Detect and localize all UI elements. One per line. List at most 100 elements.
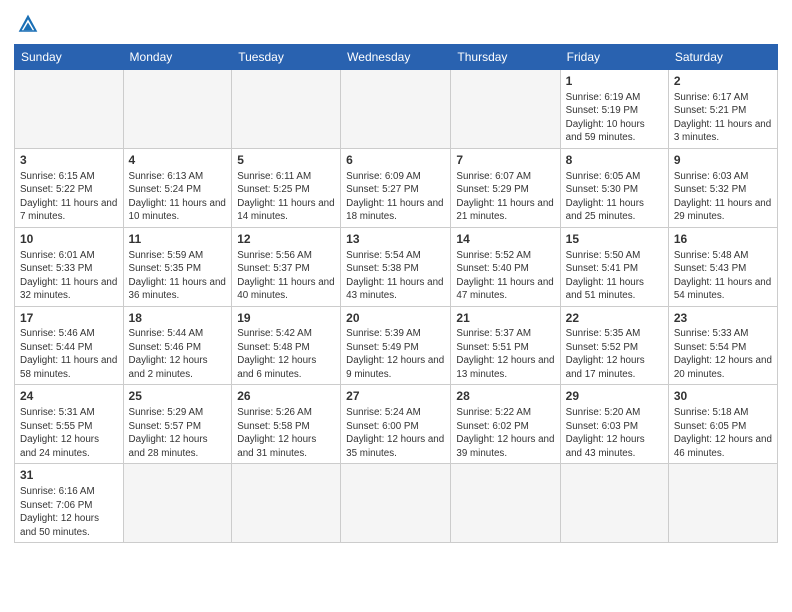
day-number: 20	[346, 310, 445, 327]
calendar: SundayMondayTuesdayWednesdayThursdayFrid…	[14, 44, 778, 543]
day-info: Sunrise: 5:46 AM Sunset: 5:44 PM Dayligh…	[20, 327, 118, 381]
calendar-day-cell: 16Sunrise: 5:48 AM Sunset: 5:43 PM Dayli…	[668, 227, 777, 306]
day-number: 5	[237, 152, 335, 169]
calendar-day-header: Thursday	[451, 45, 560, 70]
day-number: 22	[566, 310, 663, 327]
calendar-day-cell: 14Sunrise: 5:52 AM Sunset: 5:40 PM Dayli…	[451, 227, 560, 306]
day-info: Sunrise: 6:16 AM Sunset: 7:06 PM Dayligh…	[20, 485, 118, 539]
day-number: 8	[566, 152, 663, 169]
calendar-day-cell	[232, 464, 341, 543]
day-number: 29	[566, 388, 663, 405]
day-number: 19	[237, 310, 335, 327]
calendar-week-row: 1Sunrise: 6:19 AM Sunset: 5:19 PM Daylig…	[15, 70, 778, 149]
day-info: Sunrise: 5:59 AM Sunset: 5:35 PM Dayligh…	[129, 249, 227, 303]
calendar-day-cell: 22Sunrise: 5:35 AM Sunset: 5:52 PM Dayli…	[560, 306, 668, 385]
day-number: 2	[674, 73, 772, 90]
calendar-day-cell: 6Sunrise: 6:09 AM Sunset: 5:27 PM Daylig…	[341, 148, 451, 227]
logo-icon	[14, 10, 42, 38]
day-info: Sunrise: 5:22 AM Sunset: 6:02 PM Dayligh…	[456, 406, 554, 460]
calendar-day-cell: 30Sunrise: 5:18 AM Sunset: 6:05 PM Dayli…	[668, 385, 777, 464]
day-number: 14	[456, 231, 554, 248]
day-info: Sunrise: 6:15 AM Sunset: 5:22 PM Dayligh…	[20, 170, 118, 224]
calendar-day-cell: 1Sunrise: 6:19 AM Sunset: 5:19 PM Daylig…	[560, 70, 668, 149]
calendar-day-cell: 9Sunrise: 6:03 AM Sunset: 5:32 PM Daylig…	[668, 148, 777, 227]
calendar-day-header: Friday	[560, 45, 668, 70]
day-number: 1	[566, 73, 663, 90]
calendar-day-cell: 31Sunrise: 6:16 AM Sunset: 7:06 PM Dayli…	[15, 464, 124, 543]
day-number: 26	[237, 388, 335, 405]
day-info: Sunrise: 6:01 AM Sunset: 5:33 PM Dayligh…	[20, 249, 118, 303]
day-number: 4	[129, 152, 227, 169]
calendar-week-row: 17Sunrise: 5:46 AM Sunset: 5:44 PM Dayli…	[15, 306, 778, 385]
day-info: Sunrise: 6:19 AM Sunset: 5:19 PM Dayligh…	[566, 91, 663, 145]
day-number: 17	[20, 310, 118, 327]
calendar-day-cell	[15, 70, 124, 149]
calendar-day-header: Sunday	[15, 45, 124, 70]
day-info: Sunrise: 5:35 AM Sunset: 5:52 PM Dayligh…	[566, 327, 663, 381]
calendar-day-cell: 3Sunrise: 6:15 AM Sunset: 5:22 PM Daylig…	[15, 148, 124, 227]
day-number: 7	[456, 152, 554, 169]
day-info: Sunrise: 5:37 AM Sunset: 5:51 PM Dayligh…	[456, 327, 554, 381]
calendar-header-row: SundayMondayTuesdayWednesdayThursdayFrid…	[15, 45, 778, 70]
calendar-day-header: Wednesday	[341, 45, 451, 70]
calendar-day-cell	[560, 464, 668, 543]
day-number: 18	[129, 310, 227, 327]
day-number: 9	[674, 152, 772, 169]
calendar-day-cell: 10Sunrise: 6:01 AM Sunset: 5:33 PM Dayli…	[15, 227, 124, 306]
calendar-day-cell: 2Sunrise: 6:17 AM Sunset: 5:21 PM Daylig…	[668, 70, 777, 149]
calendar-day-cell	[341, 464, 451, 543]
day-number: 30	[674, 388, 772, 405]
calendar-day-cell: 4Sunrise: 6:13 AM Sunset: 5:24 PM Daylig…	[123, 148, 232, 227]
day-info: Sunrise: 6:09 AM Sunset: 5:27 PM Dayligh…	[346, 170, 445, 224]
day-info: Sunrise: 6:07 AM Sunset: 5:29 PM Dayligh…	[456, 170, 554, 224]
day-info: Sunrise: 5:33 AM Sunset: 5:54 PM Dayligh…	[674, 327, 772, 381]
day-info: Sunrise: 5:48 AM Sunset: 5:43 PM Dayligh…	[674, 249, 772, 303]
day-number: 23	[674, 310, 772, 327]
calendar-day-cell: 28Sunrise: 5:22 AM Sunset: 6:02 PM Dayli…	[451, 385, 560, 464]
day-info: Sunrise: 6:17 AM Sunset: 5:21 PM Dayligh…	[674, 91, 772, 145]
calendar-day-cell	[451, 464, 560, 543]
page: SundayMondayTuesdayWednesdayThursdayFrid…	[0, 0, 792, 612]
calendar-day-cell	[232, 70, 341, 149]
calendar-week-row: 31Sunrise: 6:16 AM Sunset: 7:06 PM Dayli…	[15, 464, 778, 543]
calendar-week-row: 24Sunrise: 5:31 AM Sunset: 5:55 PM Dayli…	[15, 385, 778, 464]
calendar-day-cell	[123, 70, 232, 149]
day-number: 10	[20, 231, 118, 248]
day-number: 15	[566, 231, 663, 248]
calendar-day-header: Monday	[123, 45, 232, 70]
day-info: Sunrise: 5:24 AM Sunset: 6:00 PM Dayligh…	[346, 406, 445, 460]
day-number: 6	[346, 152, 445, 169]
day-number: 3	[20, 152, 118, 169]
calendar-day-cell: 18Sunrise: 5:44 AM Sunset: 5:46 PM Dayli…	[123, 306, 232, 385]
calendar-day-cell: 29Sunrise: 5:20 AM Sunset: 6:03 PM Dayli…	[560, 385, 668, 464]
calendar-day-cell: 26Sunrise: 5:26 AM Sunset: 5:58 PM Dayli…	[232, 385, 341, 464]
day-number: 13	[346, 231, 445, 248]
calendar-day-cell: 11Sunrise: 5:59 AM Sunset: 5:35 PM Dayli…	[123, 227, 232, 306]
calendar-day-cell: 8Sunrise: 6:05 AM Sunset: 5:30 PM Daylig…	[560, 148, 668, 227]
day-number: 12	[237, 231, 335, 248]
calendar-day-cell	[451, 70, 560, 149]
calendar-week-row: 3Sunrise: 6:15 AM Sunset: 5:22 PM Daylig…	[15, 148, 778, 227]
day-info: Sunrise: 5:42 AM Sunset: 5:48 PM Dayligh…	[237, 327, 335, 381]
calendar-day-cell	[668, 464, 777, 543]
day-number: 11	[129, 231, 227, 248]
calendar-day-cell: 17Sunrise: 5:46 AM Sunset: 5:44 PM Dayli…	[15, 306, 124, 385]
calendar-day-cell: 24Sunrise: 5:31 AM Sunset: 5:55 PM Dayli…	[15, 385, 124, 464]
day-info: Sunrise: 5:52 AM Sunset: 5:40 PM Dayligh…	[456, 249, 554, 303]
calendar-day-cell: 25Sunrise: 5:29 AM Sunset: 5:57 PM Dayli…	[123, 385, 232, 464]
day-number: 31	[20, 467, 118, 484]
header	[14, 10, 778, 38]
calendar-day-cell	[123, 464, 232, 543]
day-info: Sunrise: 5:20 AM Sunset: 6:03 PM Dayligh…	[566, 406, 663, 460]
day-info: Sunrise: 6:11 AM Sunset: 5:25 PM Dayligh…	[237, 170, 335, 224]
day-info: Sunrise: 5:31 AM Sunset: 5:55 PM Dayligh…	[20, 406, 118, 460]
calendar-day-cell: 27Sunrise: 5:24 AM Sunset: 6:00 PM Dayli…	[341, 385, 451, 464]
day-number: 24	[20, 388, 118, 405]
day-info: Sunrise: 5:44 AM Sunset: 5:46 PM Dayligh…	[129, 327, 227, 381]
day-info: Sunrise: 5:18 AM Sunset: 6:05 PM Dayligh…	[674, 406, 772, 460]
day-info: Sunrise: 5:56 AM Sunset: 5:37 PM Dayligh…	[237, 249, 335, 303]
calendar-day-cell: 12Sunrise: 5:56 AM Sunset: 5:37 PM Dayli…	[232, 227, 341, 306]
calendar-day-cell: 15Sunrise: 5:50 AM Sunset: 5:41 PM Dayli…	[560, 227, 668, 306]
day-info: Sunrise: 5:26 AM Sunset: 5:58 PM Dayligh…	[237, 406, 335, 460]
calendar-day-cell	[341, 70, 451, 149]
